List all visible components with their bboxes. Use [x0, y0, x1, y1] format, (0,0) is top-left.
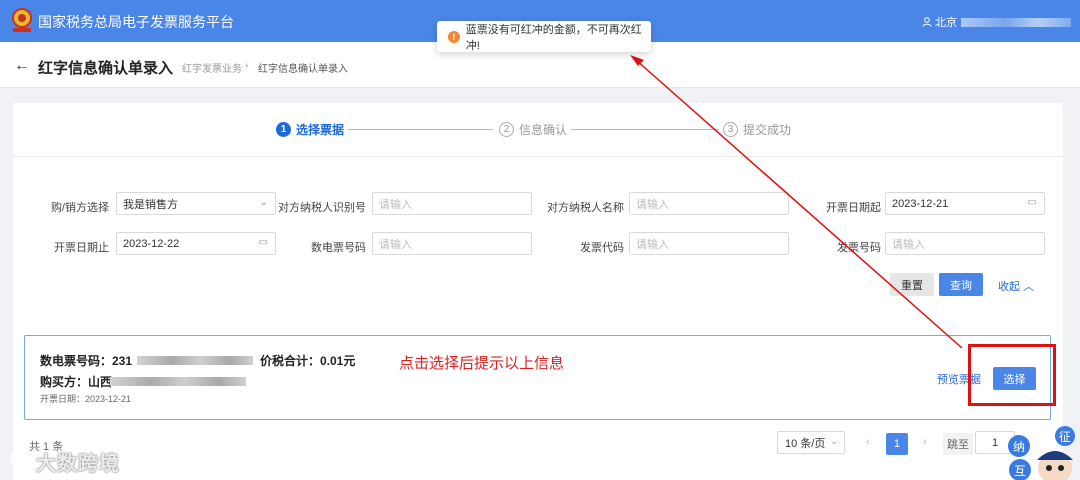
- einvoice-number-value: 数电票号码：231: [40, 354, 133, 368]
- mascot-char-na: 纳: [1013, 440, 1025, 454]
- mascot-assistant-icon[interactable]: 征 纳 互: [1003, 422, 1080, 480]
- start-date-picker[interactable]: 2023-12-21 ▭: [885, 192, 1045, 215]
- main-panel: 1 选择票据 2 信息确认 3 提交成功 购/销方选择 我是销售方 ⌄ 对方纳税…: [13, 103, 1063, 480]
- counterparty-name-label: 对方纳税人名称: [547, 202, 624, 214]
- prev-page-icon[interactable]: ‹: [866, 436, 870, 448]
- user-menu[interactable]: 北京: [922, 14, 1071, 30]
- start-date-label: 开票日期起: [826, 202, 881, 214]
- step-submit-success: 3 提交成功: [723, 121, 791, 138]
- calendar-icon: ▭: [1027, 197, 1037, 208]
- mascot-char-zheng: 征: [1059, 430, 1071, 444]
- back-arrow-icon[interactable]: ←: [14, 57, 30, 75]
- chevron-up-icon: ︿: [1023, 281, 1035, 293]
- invoice-number-label: 发票号码: [837, 242, 881, 254]
- role-select-value: 我是销售方: [123, 198, 178, 211]
- page-title: 红字信息确认单录入: [38, 60, 174, 77]
- app-title: 国家税务总局电子发票服务平台: [38, 14, 234, 30]
- next-page-icon[interactable]: ›: [923, 436, 927, 448]
- warning-icon: !: [448, 30, 460, 43]
- breadcrumb-item-red-invoice[interactable]: 红字发票业务: [182, 60, 242, 75]
- breadcrumb-item-current: 红字信息确认单录入: [258, 64, 348, 75]
- user-name: 北京: [935, 17, 957, 29]
- jump-to-label: 跳至: [943, 433, 973, 455]
- redacted-number: [137, 356, 253, 365]
- chevron-down-icon: ⌄: [830, 436, 838, 446]
- collapse-toggle[interactable]: 收起 ︿: [998, 278, 1034, 294]
- collapse-label: 收起: [998, 281, 1020, 293]
- start-date-value: 2023-12-21: [892, 197, 949, 210]
- step-number: 1: [276, 122, 291, 137]
- page-size-value: 10 条/页: [785, 437, 826, 450]
- mascot-char-hu: 互: [1014, 464, 1026, 478]
- invoice-date: 开票日期：2023-12-21: [40, 394, 132, 404]
- end-date-label: 开票日期止: [54, 242, 109, 254]
- annotation-highlight-box: [968, 344, 1056, 406]
- step-connector: [571, 129, 719, 130]
- buyer-name: 购买方：山西: [40, 375, 113, 389]
- redacted-buyer: [110, 377, 246, 386]
- page-number-current[interactable]: 1: [886, 433, 908, 455]
- step-label: 信息确认: [519, 123, 568, 137]
- page-size-select[interactable]: 10 条/页 ⌄: [777, 431, 845, 454]
- step-confirm-info: 2 信息确认: [499, 121, 567, 138]
- step-label: 选择票据: [296, 123, 345, 137]
- user-name-redacted: [961, 17, 1071, 27]
- toast-message: 蓝票没有可红冲的金额，不可再次红冲!: [465, 23, 642, 52]
- total-amount: 价税合计：0.01元: [260, 354, 356, 368]
- invoice-number-input[interactable]: 请输入: [885, 232, 1045, 255]
- step-number: 3: [723, 122, 738, 137]
- step-select-invoice: 1 选择票据: [276, 121, 344, 138]
- tin-label: 对方纳税人识别号: [278, 202, 366, 214]
- reset-button[interactable]: 重置: [890, 273, 934, 296]
- invoice-code-label: 发票代码: [580, 242, 624, 254]
- einvoice-number-label: 数电票号码: [311, 242, 366, 254]
- step-indicator: 1 选择票据 2 信息确认 3 提交成功: [13, 103, 1063, 157]
- watermark-text: 大数跨境: [36, 453, 120, 475]
- step-label: 提交成功: [743, 123, 792, 137]
- watermark-logo-icon: [10, 452, 32, 466]
- annotation-text: 点击选择后提示以上信息: [399, 355, 565, 372]
- role-select-label: 购/销方选择: [50, 202, 109, 214]
- step-connector: [348, 129, 493, 130]
- warning-toast: ! 蓝票没有可红冲的金额，不可再次红冲!: [437, 21, 651, 52]
- query-button[interactable]: 查询: [939, 273, 983, 296]
- step-number: 2: [499, 122, 514, 137]
- end-date-value: 2023-12-22: [123, 237, 180, 250]
- invoice-result-card[interactable]: 数电票号码：231 价税合计：0.01元 购买方：山西 开票日期：2023-12…: [24, 335, 1051, 420]
- breadcrumb-separator: ›: [245, 60, 249, 71]
- tax-emblem-logo: [12, 8, 32, 32]
- user-icon: [922, 17, 932, 27]
